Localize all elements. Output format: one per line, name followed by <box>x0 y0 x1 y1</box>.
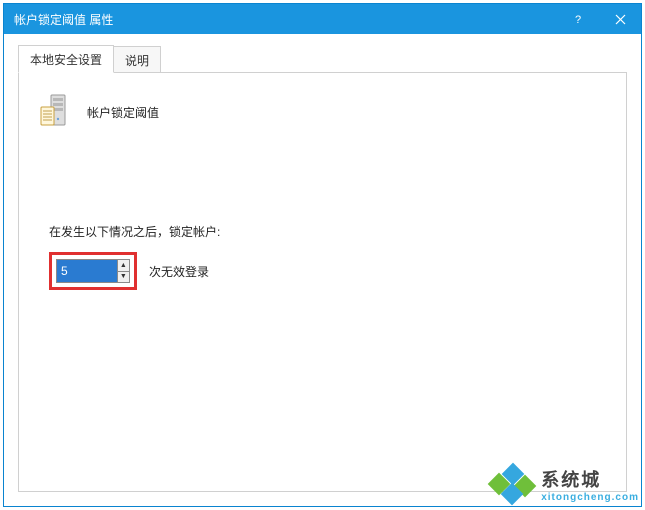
lockout-label: 在发生以下情况之后，锁定帐户: <box>49 223 220 240</box>
lockout-section: 在发生以下情况之后，锁定帐户: ▲ ▼ 次无效登录 <box>49 223 220 290</box>
help-button[interactable]: ? <box>557 4 599 34</box>
spinner-buttons: ▲ ▼ <box>117 260 129 282</box>
titlebar[interactable]: 帐户锁定阈值 属性 ? <box>4 4 641 34</box>
tab-local-security-settings[interactable]: 本地安全设置 <box>18 45 114 73</box>
tab-panel: 帐户锁定阈值 在发生以下情况之后，锁定帐户: ▲ ▼ 次无效登录 <box>18 72 627 492</box>
highlight-box: ▲ ▼ <box>49 252 137 290</box>
close-button[interactable] <box>599 4 641 34</box>
lockout-threshold-input[interactable] <box>57 260 117 282</box>
lockout-suffix-label: 次无效登录 <box>149 263 209 280</box>
policy-title: 帐户锁定阈值 <box>87 104 159 121</box>
tab-explain[interactable]: 说明 <box>113 46 161 73</box>
policy-icon <box>37 93 73 131</box>
spinner-up-button[interactable]: ▲ <box>118 260 129 272</box>
properties-dialog: 帐户锁定阈值 属性 ? 本地安全设置 说明 <box>3 3 642 507</box>
lockout-threshold-spinner[interactable]: ▲ ▼ <box>56 259 130 283</box>
spinner-down-button[interactable]: ▼ <box>118 272 129 283</box>
policy-header: 帐户锁定阈值 <box>37 93 608 131</box>
svg-text:?: ? <box>575 14 581 25</box>
spinner-row: ▲ ▼ 次无效登录 <box>49 252 220 290</box>
tabs-strip: 本地安全设置 说明 <box>18 46 627 72</box>
client-area: 本地安全设置 说明 <box>4 34 641 506</box>
window-controls: ? <box>557 4 641 34</box>
window-title: 帐户锁定阈值 属性 <box>14 11 113 28</box>
